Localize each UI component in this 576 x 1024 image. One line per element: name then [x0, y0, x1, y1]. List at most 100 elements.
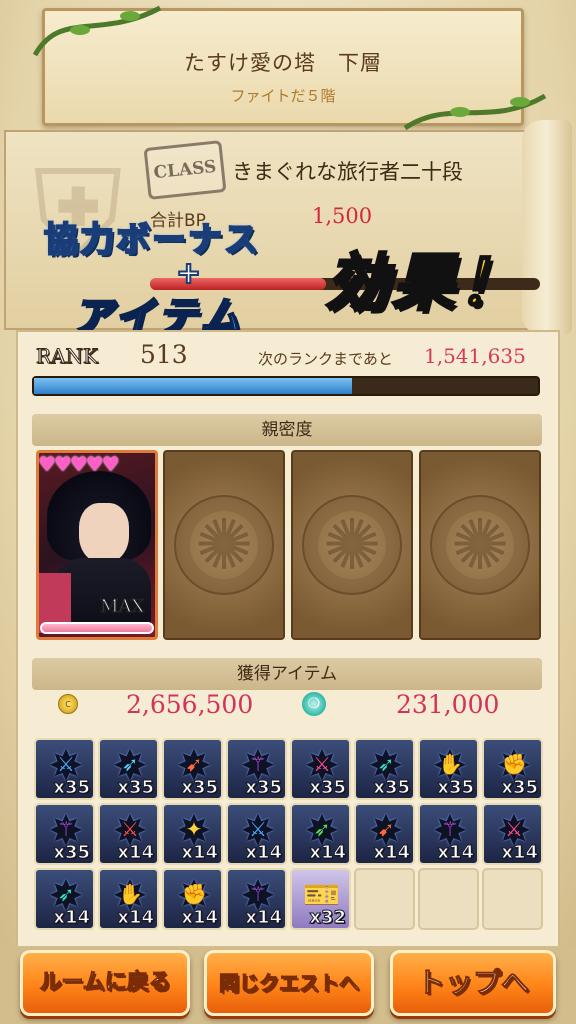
item-quantity: x35 — [501, 777, 539, 799]
item-slot[interactable]: ✸ ✋ x14 — [98, 868, 159, 930]
class-stamp: CLASS — [143, 140, 227, 200]
empty-item-slot — [482, 868, 543, 930]
weapon-icon: ⚔ — [121, 817, 139, 841]
item-quantity: x14 — [245, 842, 283, 864]
item-quantity: x14 — [181, 907, 219, 929]
item-quantity: x35 — [437, 777, 475, 799]
weapon-icon: ➹ — [377, 817, 395, 841]
empty-card-slot — [291, 450, 413, 640]
weapon-icon: ➶ — [57, 882, 75, 906]
item-slot[interactable]: ✸ ⚔ x35 — [290, 738, 351, 800]
item-quantity: x14 — [437, 842, 475, 864]
weapon-icon: ➶ — [313, 817, 331, 841]
empty-item-slot — [418, 868, 479, 930]
weapon-icon: ➶ — [121, 752, 139, 776]
items-header: 獲得アイテム — [32, 658, 542, 690]
item-quantity: x35 — [53, 777, 91, 799]
item-slot[interactable]: ✸ ➶ x14 — [290, 803, 351, 865]
item-slot[interactable]: ✸ ✊ x14 — [162, 868, 223, 930]
item-slot[interactable]: ✸ ⚔ x14 — [226, 803, 287, 865]
exp-progress-bar — [32, 376, 540, 396]
item-quantity: x14 — [501, 842, 539, 864]
next-rank-value: 1,541,635 — [424, 344, 526, 368]
weapon-icon: ✋ — [118, 882, 143, 906]
item-slot[interactable]: ✸ ⚔ x14 — [482, 803, 543, 865]
weapon-icon: ⚚ — [249, 752, 267, 776]
weapon-icon: ✊ — [182, 882, 207, 906]
bp-value: 1,500 — [312, 204, 373, 228]
orb-icon: ❍ — [302, 692, 326, 716]
item-slot[interactable]: ✸ ⚚ x35 — [34, 803, 95, 865]
item-slot[interactable]: ✸ ➹ x14 — [354, 803, 415, 865]
item-slot[interactable]: ✸ ⚔ x14 — [98, 803, 159, 865]
rank-value: 513 — [140, 340, 188, 369]
affinity-bar-fill — [42, 624, 152, 632]
promo-line3: 効果！ — [324, 245, 525, 321]
item-slot[interactable]: ✸ ➶ x35 — [354, 738, 415, 800]
weapon-icon: ⚔ — [313, 752, 331, 776]
back-to-room-button[interactable]: ルームに戻る — [20, 950, 190, 1016]
item-slot[interactable]: ✸ ⚚ x35 — [226, 738, 287, 800]
empty-card-slot — [163, 450, 285, 640]
item-slot[interactable]: ✸ ✦ x14 — [162, 803, 223, 865]
item-quantity: x32 — [309, 907, 347, 929]
weapon-icon: ⚔ — [57, 752, 75, 776]
vine-decoration-left — [32, 5, 162, 57]
slot-emblem-icon — [174, 495, 274, 595]
item-slot[interactable]: ✸ ➶ x35 — [98, 738, 159, 800]
item-quantity: x14 — [245, 907, 283, 929]
empty-card-slot — [419, 450, 541, 640]
top-button[interactable]: トップへ — [390, 950, 556, 1016]
empty-item-slot — [354, 868, 415, 930]
affinity-header: 親密度 — [32, 414, 542, 446]
item-quantity: x35 — [373, 777, 411, 799]
coin-amount: 2,656,500 — [126, 690, 254, 719]
item-quantity: x35 — [309, 777, 347, 799]
same-quest-label: 同じクエストへ — [219, 971, 360, 996]
item-slot[interactable]: ✸ ⚚ x14 — [226, 868, 287, 930]
weapon-icon: ✋ — [438, 752, 463, 776]
weapon-icon: ✦ — [185, 817, 203, 841]
item-quantity: x35 — [117, 777, 155, 799]
item-quantity: x14 — [53, 907, 91, 929]
class-name: きまぐれな旅行者二十段 — [232, 160, 463, 184]
exp-progress-fill — [34, 378, 352, 394]
weapon-icon: ➹ — [185, 752, 203, 776]
item-slot[interactable]: ✸ ⚔ x35 — [34, 738, 95, 800]
same-quest-button[interactable]: 同じクエストへ — [204, 950, 374, 1016]
item-quantity: x14 — [117, 907, 155, 929]
weapon-icon: ⚔ — [505, 817, 523, 841]
item-slot[interactable]: ✸ ⚚ x14 — [418, 803, 479, 865]
weapon-icon: ⚚ — [249, 882, 267, 906]
top-label: トップへ — [416, 966, 529, 1000]
item-slot[interactable]: ✸ ➹ x35 — [162, 738, 223, 800]
item-quantity: x14 — [181, 842, 219, 864]
next-rank-label: 次のランクまであと — [258, 350, 393, 368]
affinity-max-label: MAX — [99, 596, 145, 618]
item-quantity: x35 — [245, 777, 283, 799]
weapon-icon: ⚚ — [57, 817, 75, 841]
weapon-icon: ⚚ — [441, 817, 459, 841]
weapon-icon: ➶ — [377, 752, 395, 776]
affinity-bar — [40, 622, 154, 634]
item-quantity: x35 — [181, 777, 219, 799]
rank-label: RANK — [36, 344, 99, 369]
scroll-edge — [522, 120, 572, 335]
promo-line1: 協力ボーナス — [43, 219, 260, 261]
slot-emblem-icon — [302, 495, 402, 595]
item-quantity: x35 — [53, 842, 91, 864]
coin-icon: c — [58, 694, 78, 714]
item-slot[interactable]: ✸ ➶ x14 — [34, 868, 95, 930]
item-quantity: x14 — [117, 842, 155, 864]
orb-amount: 231,000 — [396, 690, 500, 719]
back-to-room-label: ルームに戻る — [39, 970, 171, 996]
item-quantity: x14 — [373, 842, 411, 864]
character-face — [79, 503, 129, 563]
item-quantity: x14 — [309, 842, 347, 864]
item-grid: ✸ ⚔ x35 ✸ ➶ x35 ✸ ➹ x35 ✸ ⚚ x35 ✸ ⚔ x35 ✸ ➶ x35 ✸ ✋ x35 ✸ ✊ x35… — [34, 738, 546, 934]
weapon-icon: ⚔ — [249, 817, 267, 841]
item-slot[interactable]: 🎫 x32 — [290, 868, 351, 930]
slot-emblem-icon — [430, 495, 530, 595]
item-slot[interactable]: ✸ ✊ x35 — [482, 738, 543, 800]
item-slot[interactable]: ✸ ✋ x35 — [418, 738, 479, 800]
